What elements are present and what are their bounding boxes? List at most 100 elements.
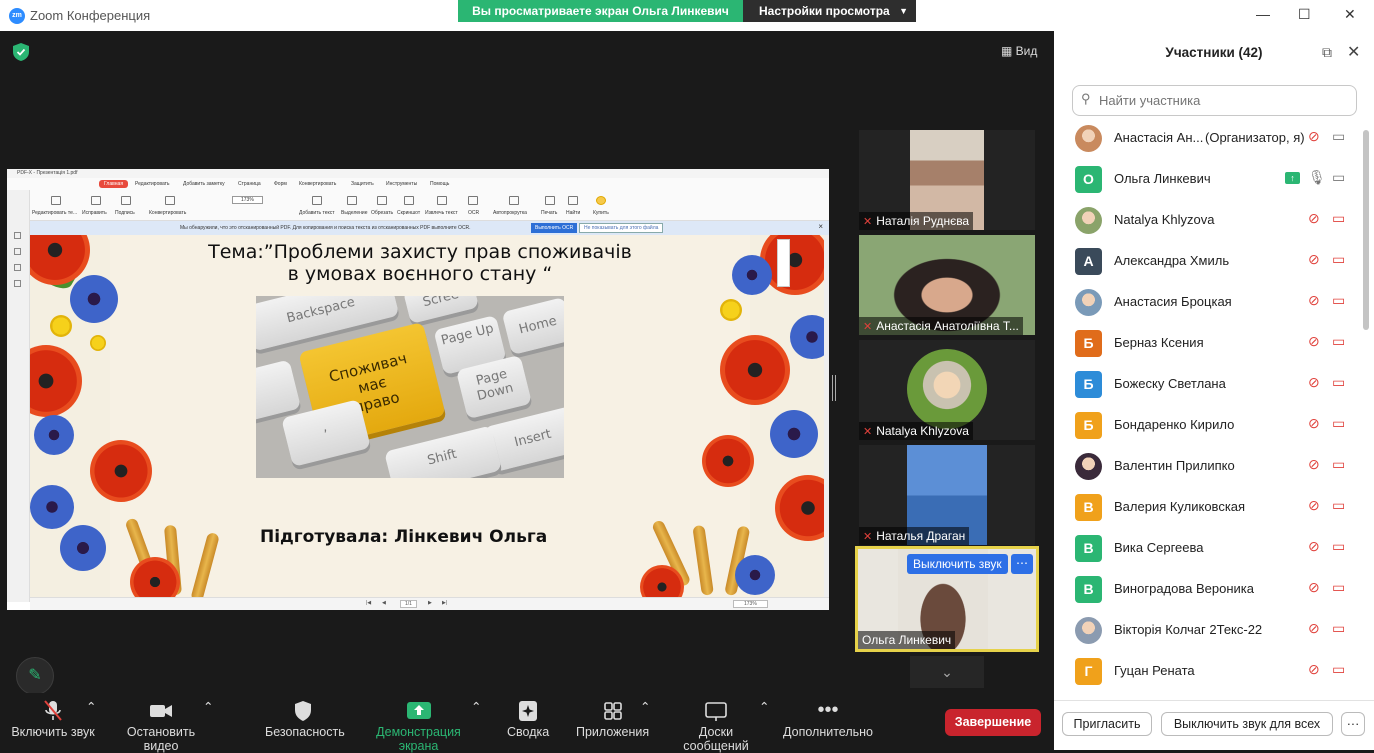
- camera-icon[interactable]: ▭: [1332, 128, 1345, 145]
- camera-off-icon[interactable]: ▭: [1332, 620, 1345, 637]
- pdf-menu-home[interactable]: Главная: [99, 180, 129, 188]
- pdf-tool-autoscroll[interactable]: Автопрокрутка: [493, 210, 527, 216]
- pdf-tool-convert[interactable]: Конвертировать: [149, 210, 186, 216]
- next-page-icon[interactable]: ▶: [428, 600, 432, 606]
- annotate-pencil-icon[interactable]: ✎: [16, 657, 54, 695]
- muted-mic-icon[interactable]: ⊘: [1308, 620, 1320, 637]
- shared-screen[interactable]: PDF-X - Презентація 1.pdf Главная Редакт…: [7, 169, 829, 610]
- camera-off-icon[interactable]: ▭: [1332, 497, 1345, 514]
- edit-text-icon[interactable]: [51, 196, 61, 205]
- camera-off-icon[interactable]: ▭: [1332, 538, 1345, 555]
- muted-mic-icon[interactable]: ⊘: [1308, 210, 1320, 227]
- comments-icon[interactable]: [14, 264, 21, 271]
- page-indicator[interactable]: 1/1: [400, 600, 417, 608]
- pdf-menu-edit[interactable]: Редактировать: [135, 181, 170, 187]
- last-page-icon[interactable]: ▶|: [442, 600, 447, 606]
- muted-mic-icon[interactable]: ⊘: [1308, 579, 1320, 596]
- view-button[interactable]: ▦ Вид: [1001, 44, 1037, 58]
- pdf-tool-print[interactable]: Печать: [541, 210, 557, 216]
- pdf-tool-add-text[interactable]: Добавить текст: [299, 210, 335, 216]
- invite-button[interactable]: Пригласить: [1062, 712, 1152, 736]
- participant-row[interactable]: В Вика Сергеева ⊘ ▭: [1064, 528, 1360, 569]
- highlight-icon[interactable]: [347, 196, 357, 205]
- convert-icon[interactable]: [165, 196, 175, 205]
- participant-row[interactable]: О Ольга Линкевич ↑ 🎙 ▭: [1064, 159, 1360, 200]
- close-icon[interactable]: ×: [818, 222, 823, 231]
- chevron-down-icon[interactable]: ⌄: [910, 656, 984, 688]
- close-icon[interactable]: ✕: [1347, 42, 1360, 62]
- pdf-menu-protect[interactable]: Защитить: [351, 181, 374, 187]
- pdf-tool-find[interactable]: Найти: [566, 210, 580, 216]
- encryption-shield-icon[interactable]: [13, 43, 29, 61]
- pdf-tool-edit-text[interactable]: Редактировать те...: [32, 210, 77, 216]
- video-tile[interactable]: ✕ Natalya Khlyzova: [859, 340, 1035, 440]
- muted-mic-icon[interactable]: ⊘: [1308, 251, 1320, 268]
- pdf-tool-signature[interactable]: Подпись: [115, 210, 135, 216]
- muted-mic-icon[interactable]: ⊘: [1308, 333, 1320, 350]
- security-button[interactable]: Безопасность: [265, 699, 345, 739]
- panel-more-button[interactable]: ···: [1341, 712, 1365, 736]
- camera-off-icon[interactable]: ▭: [1332, 661, 1345, 678]
- signature-icon[interactable]: [121, 196, 131, 205]
- prev-page-icon[interactable]: ◀: [382, 600, 386, 606]
- pdf-menu-tools[interactable]: Инструменты: [386, 181, 417, 187]
- minimize-icon[interactable]: —: [1256, 6, 1270, 22]
- muted-mic-icon[interactable]: ⊘: [1308, 456, 1320, 473]
- autoscroll-icon[interactable]: [509, 196, 519, 205]
- pdf-scrollbar[interactable]: [824, 235, 829, 597]
- bookmark-icon[interactable]: [14, 232, 21, 239]
- buy-icon[interactable]: [596, 196, 606, 205]
- ocr-icon[interactable]: [468, 196, 478, 205]
- pdf-tool-extract-text[interactable]: Извлечь текст: [425, 210, 458, 216]
- close-window-icon[interactable]: ✕: [1344, 6, 1356, 23]
- muted-mic-icon[interactable]: ⊘: [1308, 661, 1320, 678]
- camera-off-icon[interactable]: ▭: [1332, 251, 1345, 268]
- muted-mic-icon[interactable]: ⊘: [1308, 497, 1320, 514]
- attachments-icon[interactable]: [14, 280, 21, 287]
- whiteboards-button[interactable]: Доски сообщений: [665, 699, 767, 753]
- find-icon[interactable]: [568, 196, 578, 205]
- more-button[interactable]: ••• Дополнительно: [783, 699, 873, 739]
- status-zoom-field[interactable]: 173%: [733, 600, 768, 608]
- share-screen-button[interactable]: Демонстрация экрана: [357, 699, 480, 753]
- apps-button[interactable]: Приложения: [576, 699, 649, 739]
- camera-off-icon[interactable]: ▭: [1332, 210, 1345, 227]
- microphone-icon[interactable]: 🎙: [1308, 169, 1326, 186]
- pages-icon[interactable]: [14, 248, 21, 255]
- muted-mic-icon[interactable]: ⊘: [1308, 292, 1320, 309]
- ocr-ignore-button[interactable]: Не показывать для этого файла: [579, 223, 664, 233]
- pdf-tool-crop[interactable]: Обрезать: [371, 210, 393, 216]
- summary-button[interactable]: Сводка: [507, 699, 549, 739]
- participant-row[interactable]: В Виноградова Вероника ⊘ ▭: [1064, 569, 1360, 610]
- video-tile[interactable]: ✕ Анастасія Анатоліївна Т...: [859, 235, 1035, 335]
- tile-mute-button[interactable]: Выключить звук: [907, 554, 1008, 574]
- participant-row[interactable]: Анастасия Броцкая ⊘ ▭: [1064, 282, 1360, 323]
- end-meeting-button[interactable]: Завершение: [945, 709, 1041, 736]
- muted-mic-icon[interactable]: ⊘: [1308, 374, 1320, 391]
- pdf-menu-page[interactable]: Страница: [238, 181, 261, 187]
- share-options-caret-icon[interactable]: ⌃: [471, 699, 481, 714]
- participant-row[interactable]: А Александра Хмиль ⊘ ▭: [1064, 241, 1360, 282]
- crop-icon[interactable]: [377, 196, 387, 205]
- pdf-menu-convert[interactable]: Конвертировать: [299, 181, 336, 187]
- pdf-tool-ocr[interactable]: OCR: [468, 210, 479, 216]
- pdf-menu-add-note[interactable]: Добавить заметку: [183, 181, 225, 187]
- print-icon[interactable]: [545, 196, 555, 205]
- view-settings-dropdown[interactable]: Настройки просмотра ▼: [743, 0, 916, 22]
- mute-all-button[interactable]: Выключить звук для всех: [1161, 712, 1333, 736]
- video-tile[interactable]: ✕ Наталья Драган: [859, 445, 1035, 545]
- camera-off-icon[interactable]: ▭: [1332, 292, 1345, 309]
- camera-off-icon[interactable]: ▭: [1332, 333, 1345, 350]
- pdf-tool-highlight[interactable]: Выделение: [341, 210, 368, 216]
- participant-row[interactable]: В Валерия Куликовская ⊘ ▭: [1064, 487, 1360, 528]
- panel-scrollbar[interactable]: [1363, 130, 1369, 330]
- audio-options-caret-icon[interactable]: ⌃: [86, 699, 96, 714]
- run-ocr-button[interactable]: Выполнить OCR: [531, 223, 578, 233]
- screenshot-icon[interactable]: [404, 196, 414, 205]
- extract-text-icon[interactable]: [437, 196, 447, 205]
- video-tile[interactable]: ✕ Наталія Руднєва: [859, 130, 1035, 230]
- camera-off-icon[interactable]: ▭: [1332, 415, 1345, 432]
- pdf-menu-help[interactable]: Помощь: [430, 181, 449, 187]
- camera-off-icon[interactable]: ▭: [1332, 456, 1345, 473]
- muted-mic-icon[interactable]: ⊘: [1308, 128, 1320, 145]
